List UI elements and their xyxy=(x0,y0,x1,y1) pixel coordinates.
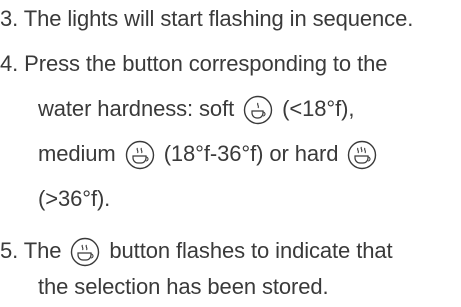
step-4-line-3: medium (18°f-36°f) or hard xyxy=(38,139,380,170)
step-4-line-2: water hardness: soft (<18°f), xyxy=(38,94,354,125)
medium-prefix: medium xyxy=(38,141,116,166)
hard-range: (>36°f). xyxy=(38,186,111,211)
soft-prefix: water hardness: soft xyxy=(38,96,235,121)
step-4-label: 4. Press the button corresponding to the xyxy=(0,51,388,76)
step-5-suffix: button flashes to indicate that xyxy=(109,238,393,263)
soft-range: (<18°f), xyxy=(282,96,355,121)
step-4-line-4: (>36°f). xyxy=(38,184,110,214)
step-5-line-2-text: the selection has been stored. xyxy=(38,274,329,299)
step-3-label: 3. The lights will start flashing in seq… xyxy=(0,6,414,31)
medium-cup-icon xyxy=(70,237,100,267)
step-4-line-1: 4. Press the button corresponding to the xyxy=(0,49,387,79)
step-5-prefix: 5. The xyxy=(0,238,62,263)
step-3-text: 3. The lights will start flashing in seq… xyxy=(0,4,413,34)
instruction-document: 3. The lights will start flashing in seq… xyxy=(0,0,461,307)
step-5-line-1: 5. The button flashes to indicate that xyxy=(0,236,393,267)
step-5-line-2: the selection has been stored. xyxy=(38,272,329,302)
soft-cup-icon xyxy=(243,95,273,125)
medium-cup-icon xyxy=(125,140,155,170)
medium-range: (18°f-36°f) or hard xyxy=(163,141,339,166)
hard-cup-icon xyxy=(347,140,377,170)
